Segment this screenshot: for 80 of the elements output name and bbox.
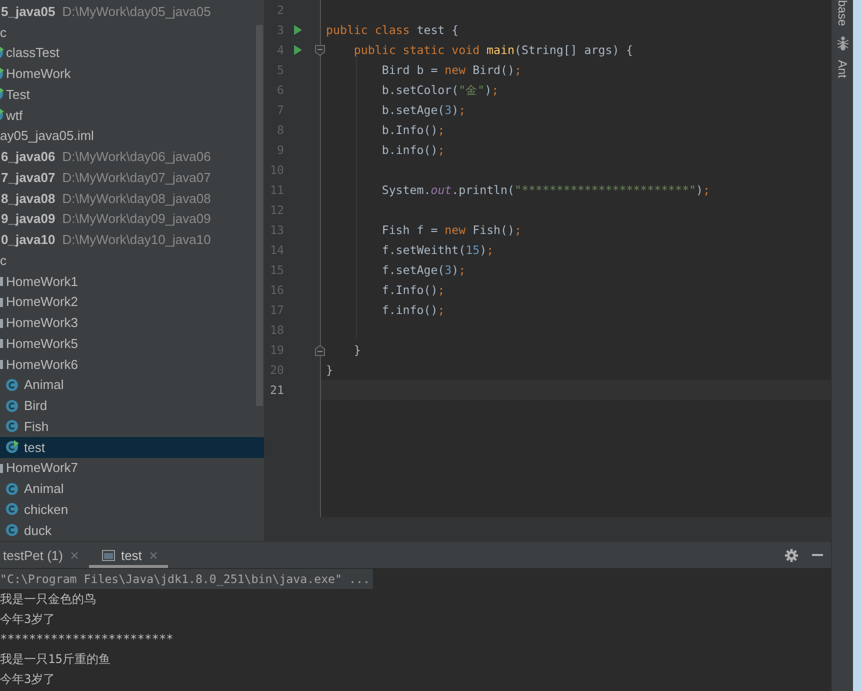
line-number: 21 <box>270 383 284 397</box>
code-line: b.setAge(3); <box>382 103 466 117</box>
code-line: Fish f = new Fish(); <box>382 223 522 237</box>
code-line: } <box>326 363 333 377</box>
tree-item[interactable]: wtf <box>0 104 25 126</box>
code-line: b.Info(); <box>382 123 445 137</box>
tree-item[interactable]: classTest <box>0 42 62 64</box>
close-icon[interactable] <box>70 552 78 558</box>
fold-icon[interactable] <box>315 45 325 56</box>
tree-item[interactable]: 5_java05 D:\MyWork\day05_java05 <box>0 1 213 22</box>
package-icon <box>0 274 3 288</box>
code-line: f.setWeitht(15); <box>382 243 494 257</box>
tree-item[interactable]: HomeWork2 <box>0 292 80 312</box>
tree-item[interactable]: c <box>0 250 8 271</box>
class-icon <box>5 419 19 434</box>
run-tab[interactable]: testPet (1) <box>0 542 89 568</box>
class-icon <box>5 378 19 392</box>
class-icon <box>5 398 19 413</box>
module-path: D:\MyWork\day07_java07 <box>62 170 211 185</box>
tree-item[interactable]: HomeWork <box>0 63 73 84</box>
tree-item[interactable]: Animal <box>0 374 66 396</box>
console-line: ************************ <box>0 631 174 648</box>
tool-window-button[interactable]: base <box>836 0 850 26</box>
tree-item[interactable]: Fish <box>0 416 51 437</box>
module-path: D:\MyWork\day10_java10 <box>62 232 211 248</box>
tree-item[interactable]: HomeWork6 <box>0 354 80 374</box>
tree-item[interactable]: HomeWork1 <box>0 270 80 292</box>
console-line: 我是一只金色的鸟 <box>0 590 96 608</box>
run-icon[interactable] <box>294 45 302 55</box>
class-icon <box>5 502 19 516</box>
tree-item[interactable]: HomeWork7 <box>0 458 80 478</box>
code-line: f.setAge(3); <box>382 263 466 277</box>
class-run-icon <box>0 108 4 122</box>
console-line: 我是一只15斤重的鱼 <box>0 650 110 668</box>
tree-item[interactable]: Test <box>0 84 32 105</box>
tree-item[interactable]: chicken <box>0 499 70 520</box>
fold-icon[interactable] <box>315 345 325 356</box>
tree-item[interactable]: Bird <box>0 395 50 416</box>
tool-window-button[interactable]: Ant <box>836 36 850 78</box>
class-run-icon <box>0 46 4 60</box>
package-icon <box>0 357 3 372</box>
module-path: D:\MyWork\day09_java09 <box>62 211 211 226</box>
scrollbar-thumb[interactable] <box>256 25 263 406</box>
tree-item[interactable]: c <box>0 22 8 42</box>
tree-item[interactable]: 0_java10 D:\MyWork\day10_java10 <box>0 229 213 250</box>
code-line: b.info(); <box>382 143 445 157</box>
module-path: D:\MyWork\day06_java06 <box>62 149 211 164</box>
tree-item[interactable]: ay05_java05.iml <box>0 126 96 146</box>
code-line: public static void main(String[] args) { <box>354 43 634 57</box>
run-icon[interactable] <box>294 25 302 35</box>
code-line: Bird b = new Bird(); <box>382 63 522 77</box>
tree-item[interactable]: 7_java07 D:\MyWork\day07_java07 <box>0 167 213 188</box>
code-line: f.Info(); <box>382 283 445 297</box>
class-run-icon <box>0 87 4 102</box>
tree-item[interactable]: 8_java08 D:\MyWork\day08_java08 <box>0 188 213 208</box>
tree-item[interactable]: test <box>0 436 264 458</box>
code-line: } <box>354 343 361 357</box>
code-line: System.out.println("************************"); <box>382 183 710 197</box>
console-line: 今年3岁了 <box>0 610 56 628</box>
console-icon <box>102 550 115 560</box>
tree-item[interactable]: HomeWork3 <box>0 312 80 333</box>
code-line: f.info(); <box>382 303 445 317</box>
class-icon <box>5 482 19 496</box>
class-run-icon <box>5 440 19 454</box>
settings-icon[interactable] <box>785 548 798 562</box>
code-line: public class test { <box>326 23 459 37</box>
tree-item[interactable]: Animal <box>0 478 66 499</box>
code-line: b.setColor("金"); <box>382 82 499 98</box>
tree-item[interactable]: duck <box>0 520 54 540</box>
ant-icon <box>836 36 848 52</box>
package-icon <box>0 336 3 350</box>
tree-item[interactable]: 6_java06 D:\MyWork\day06_java06 <box>0 146 213 167</box>
tree-item[interactable]: HomeWork5 <box>0 333 80 354</box>
class-icon <box>5 523 19 538</box>
class-run-icon <box>0 66 4 81</box>
module-path: D:\MyWork\day08_java08 <box>62 190 211 206</box>
console-line: 今年3岁了 <box>0 670 56 688</box>
tree-item[interactable]: 9_java09 D:\MyWork\day09_java09 <box>0 208 213 230</box>
module-path: D:\MyWork\day05_java05 <box>62 4 211 19</box>
close-icon[interactable] <box>150 552 157 558</box>
